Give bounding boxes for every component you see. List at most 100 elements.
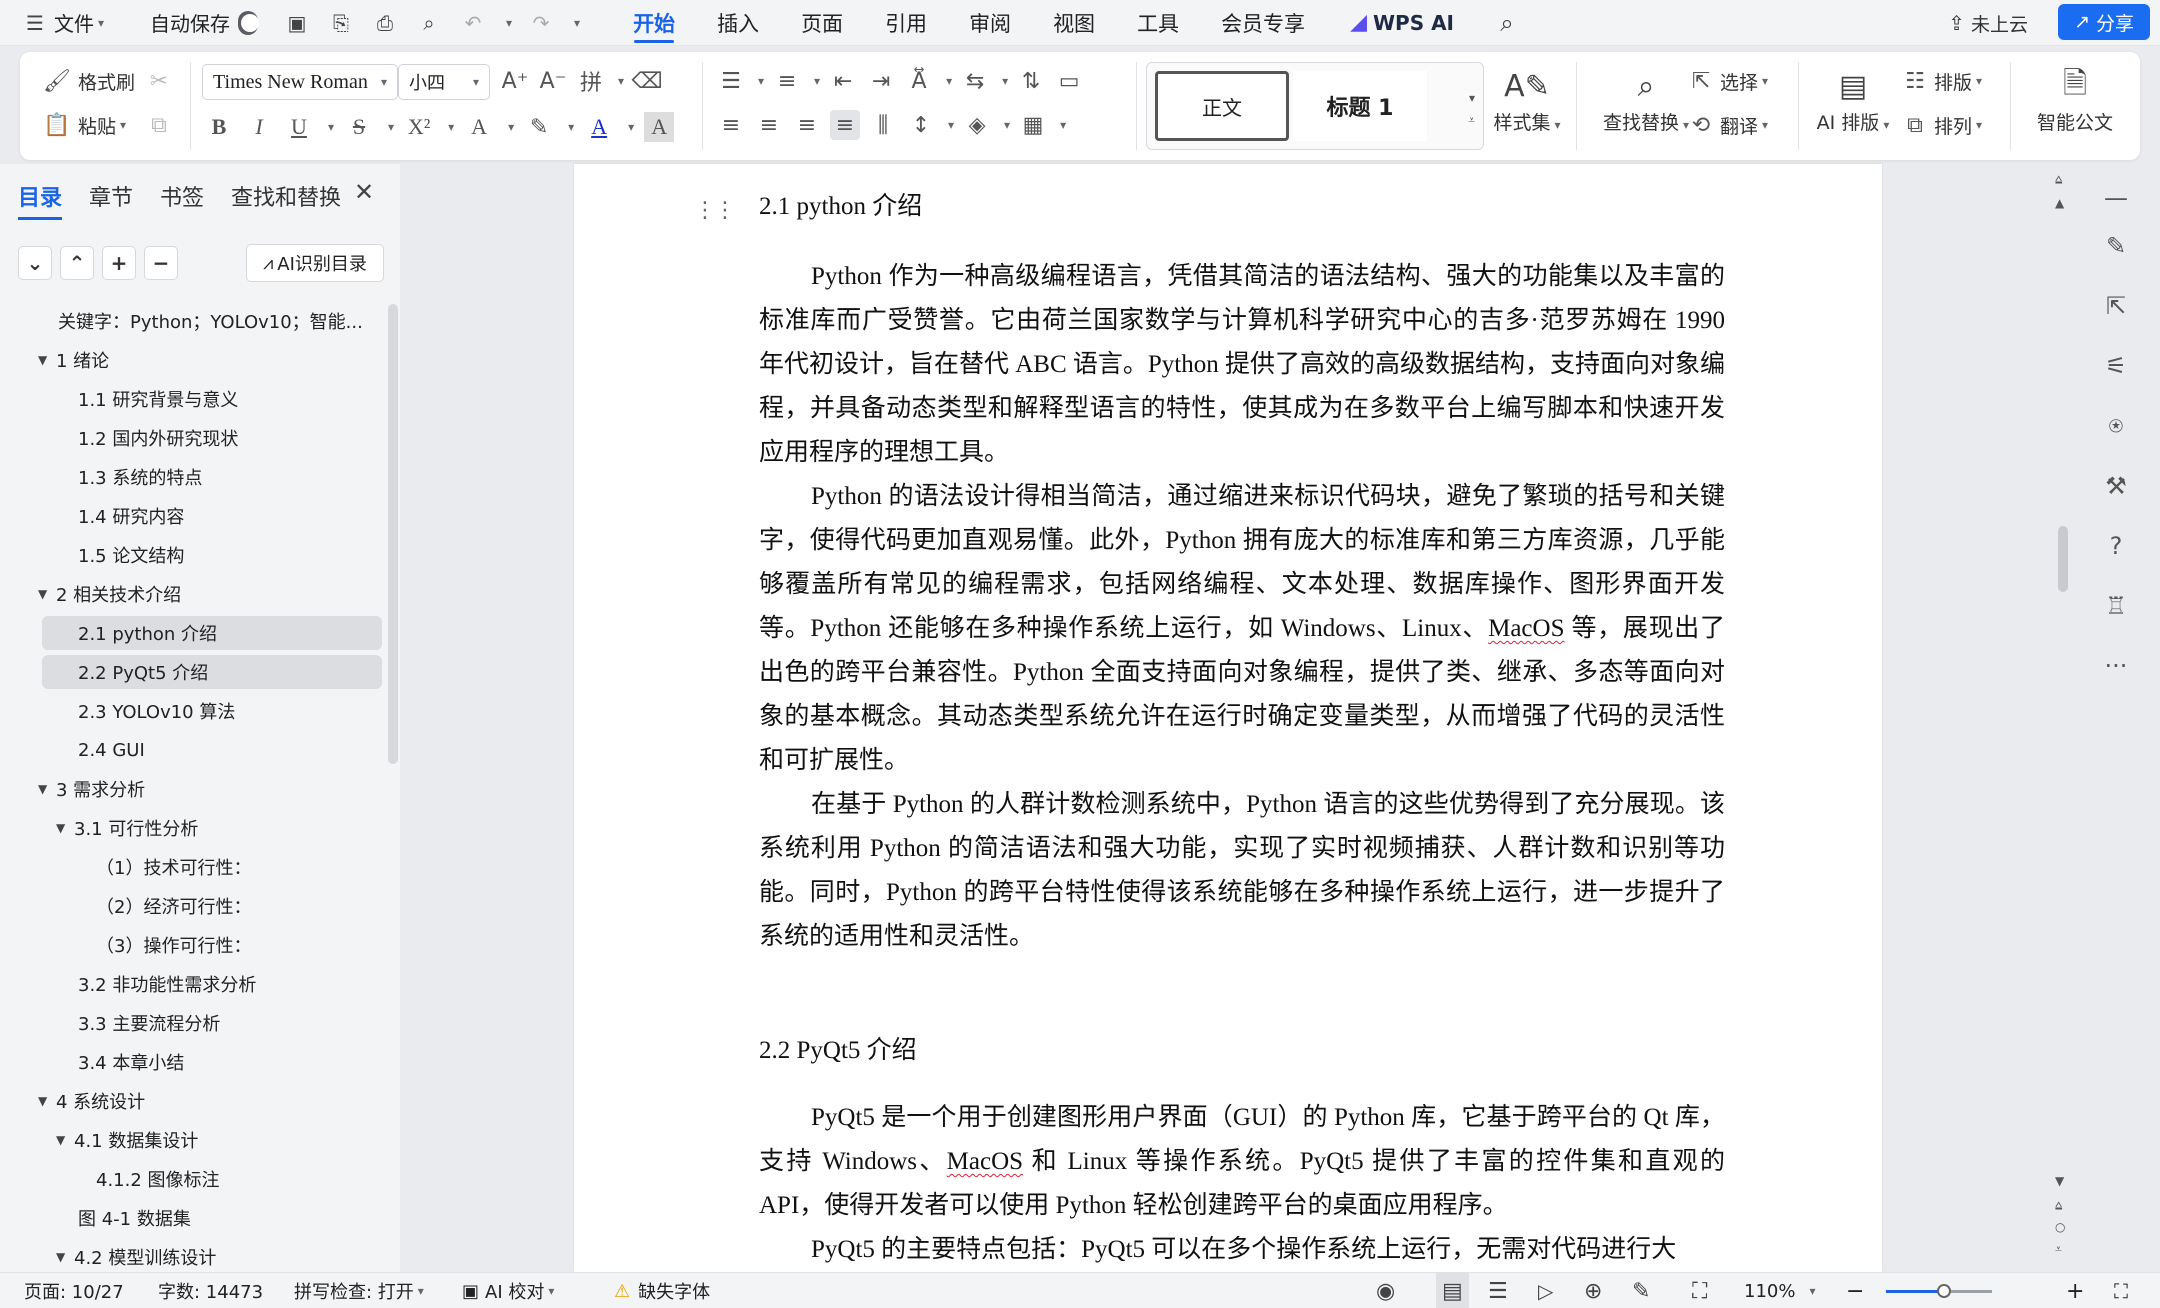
search-button[interactable]: ⌕ xyxy=(1482,0,1532,46)
chevron-down-icon[interactable]: ▾ xyxy=(814,74,820,88)
scrollbar-thumb[interactable] xyxy=(2058,526,2068,592)
fullscreen-icon[interactable]: ⛶ xyxy=(2114,1273,2128,1308)
select-button[interactable]: ⇱ 选择 ▾ xyxy=(1686,66,1768,96)
toc-item[interactable]: 2.3 YOLOv10 算法 xyxy=(78,694,235,728)
grow-font-icon[interactable]: A⁺ xyxy=(500,66,530,96)
arrange-button[interactable]: ⧉ 排列 ▾ xyxy=(1900,110,1982,140)
toc-item[interactable]: 4.1.2 图像标注 xyxy=(96,1162,220,1196)
toc-item[interactable]: 1.4 研究内容 xyxy=(78,499,184,533)
fit-page-icon[interactable]: ⛶ xyxy=(1692,1273,1707,1308)
sliders-icon[interactable]: ⚟ xyxy=(2086,346,2146,386)
style-heading-1[interactable]: 标题 1 xyxy=(1293,71,1427,141)
toc-item[interactable]: 图 4-1 数据集 xyxy=(78,1201,191,1235)
tab-view[interactable]: 视图 xyxy=(1032,0,1116,46)
more-icon[interactable]: ··· xyxy=(2086,646,2146,686)
cut-button[interactable]: ✂ xyxy=(144,66,174,96)
toc-item[interactable]: ▼ 1 绪论 xyxy=(38,343,109,377)
zoom-level-select[interactable]: 110% ▾ xyxy=(1744,1273,1816,1308)
toc-item[interactable]: 2.1 python 介绍 xyxy=(42,616,382,650)
next-page-icon[interactable]: ⩡ xyxy=(2055,1242,2062,1257)
missing-font-warning[interactable]: ⚠ 缺失字体 xyxy=(614,1273,710,1308)
scroll-top-icon[interactable]: ⩠ xyxy=(2055,172,2062,187)
chevron-down-icon[interactable]: ▾ xyxy=(328,120,334,135)
align-left-icon[interactable]: ≡ xyxy=(716,110,746,140)
toc-item[interactable]: （3）操作可行性： xyxy=(96,928,251,962)
heading-2-1[interactable]: 2.1 python 介绍 xyxy=(759,186,922,222)
toc-item[interactable]: 1.1 研究背景与意义 xyxy=(78,382,238,416)
expand-up-button[interactable]: ⌃ xyxy=(60,246,94,280)
pen-mode-icon[interactable]: ✎ xyxy=(1632,1273,1650,1308)
font-color-icon[interactable]: A xyxy=(584,112,614,142)
share-button[interactable]: ↗ 分享 xyxy=(2058,4,2150,40)
tab-review[interactable]: 审阅 xyxy=(948,0,1032,46)
distribute-icon[interactable]: ⫼ xyxy=(868,110,898,140)
toc-scrollbar[interactable] xyxy=(388,304,398,764)
toc-item[interactable]: ▼ 3.1 可行性分析 xyxy=(56,811,198,845)
format-painter-button[interactable]: 🖌 格式刷 xyxy=(42,66,135,96)
chevron-down-icon[interactable]: ▾ xyxy=(1004,118,1010,132)
help-icon[interactable]: ? xyxy=(2086,526,2146,566)
toc-item[interactable]: 1.2 国内外研究现状 xyxy=(78,421,238,455)
paragraph-5[interactable]: PyQt5 的主要特点包括：PyQt5 可以在多个操作系统上运行，无需对代码进行… xyxy=(759,1228,1725,1272)
more-dropdown-icon[interactable]: ▾ xyxy=(574,16,580,30)
expand-triangle-icon[interactable]: ▼ xyxy=(38,587,56,601)
expand-triangle-icon[interactable]: ▼ xyxy=(56,1133,74,1147)
shrink-font-icon[interactable]: A⁻ xyxy=(538,66,568,96)
chevron-down-icon[interactable]: ▾ xyxy=(568,120,574,135)
ai-assistant-icon[interactable]: ⍟ xyxy=(2086,406,2146,446)
increase-indent-icon[interactable]: ⇥ xyxy=(866,66,896,96)
justify-icon[interactable]: ≡ xyxy=(830,110,860,140)
tab-bookmarks[interactable]: 书签 xyxy=(160,180,204,218)
chevron-down-icon[interactable]: ▾ xyxy=(388,120,394,135)
paragraph-1[interactable]: Python 作为一种高级编程语言，凭借其简洁的语法结构、强大的功能集以及丰富的… xyxy=(759,255,1725,475)
toc-item[interactable]: 1.5 论文结构 xyxy=(78,538,184,572)
toc-item[interactable]: （1）技术可行性： xyxy=(96,850,251,884)
toc-item[interactable]: ▼ 3 需求分析 xyxy=(38,772,145,806)
toc-item[interactable]: ▼ 2 相关技术介绍 xyxy=(38,577,181,611)
paste-button[interactable]: 📋 粘贴 ▾ xyxy=(42,110,126,140)
tab-find-replace[interactable]: 查找和替换 xyxy=(231,180,341,218)
toc-item[interactable]: 2.4 GUI xyxy=(78,733,145,767)
drag-handle-icon[interactable]: ⋮⋮ xyxy=(694,198,736,223)
toc-item[interactable]: 关键字：Python；YOLOv10；智能... xyxy=(58,304,363,338)
add-heading-button[interactable]: + xyxy=(102,246,136,280)
border-icon[interactable]: ▦ xyxy=(1018,110,1048,140)
chevron-down-icon[interactable]: ▾ xyxy=(758,74,764,88)
spell-check-status[interactable]: 拼写检查: 打开 ▾ xyxy=(294,1273,424,1308)
play-icon[interactable]: ▷ xyxy=(1538,1273,1553,1308)
minimize-panel-icon[interactable]: — xyxy=(2086,178,2146,218)
toc-item[interactable]: ▼ 4 系统设计 xyxy=(38,1084,145,1118)
eye-protect-icon[interactable]: ◉ xyxy=(1376,1273,1395,1308)
clear-format-icon[interactable]: ⌫ xyxy=(631,66,662,96)
align-center-icon[interactable]: ≡ xyxy=(754,110,784,140)
zoom-in-icon[interactable]: + xyxy=(2066,1273,2084,1308)
underline-icon[interactable]: U xyxy=(284,112,314,142)
page-view-icon[interactable]: ▤ xyxy=(1436,1273,1469,1308)
numbered-list-icon[interactable]: ≡ xyxy=(772,66,802,96)
expand-triangle-icon[interactable]: ▼ xyxy=(56,821,74,835)
line-spacing-icon[interactable]: ↕ xyxy=(906,110,936,140)
tab-member[interactable]: 会员专享 xyxy=(1200,0,1326,46)
ai-proofread-button[interactable]: ▣ AI 校对 ▾ xyxy=(462,1273,554,1308)
undo-dropdown-icon[interactable]: ▾ xyxy=(506,16,512,30)
ai-recognize-toc-button[interactable]: ⩘ AI识别目录 xyxy=(246,244,384,282)
style-normal[interactable]: 正文 xyxy=(1155,71,1289,141)
expand-triangle-icon[interactable]: ▼ xyxy=(56,1250,74,1264)
toc-item[interactable]: 3.3 主要流程分析 xyxy=(78,1006,220,1040)
tab-home[interactable]: 开始 xyxy=(612,0,696,46)
heading-2-2[interactable]: 2.2 PyQt5 介绍 xyxy=(759,1030,917,1066)
expand-triangle-icon[interactable]: ▼ xyxy=(38,782,56,796)
pen-icon[interactable]: ✎ xyxy=(2086,226,2146,266)
sort-icon[interactable]: ⇅ xyxy=(1016,66,1046,96)
tab-sections[interactable]: 章节 xyxy=(89,180,133,218)
zoom-slider-handle[interactable] xyxy=(1937,1284,1952,1298)
chevron-down-icon[interactable]: ▾ xyxy=(948,118,954,132)
print-icon[interactable]: ⎙ xyxy=(370,8,400,38)
shirt-icon[interactable]: ♖ xyxy=(2086,586,2146,626)
chevron-down-icon[interactable]: ▾ xyxy=(508,120,514,135)
file-menu[interactable]: ☰ 文件 ▾ xyxy=(0,0,118,46)
spell-error-word[interactable]: MacOS xyxy=(1488,615,1564,642)
word-count[interactable]: 字数: 14473 xyxy=(158,1273,263,1308)
remove-heading-button[interactable]: − xyxy=(144,246,178,280)
pointer-icon[interactable]: ⇱ xyxy=(2086,286,2146,326)
